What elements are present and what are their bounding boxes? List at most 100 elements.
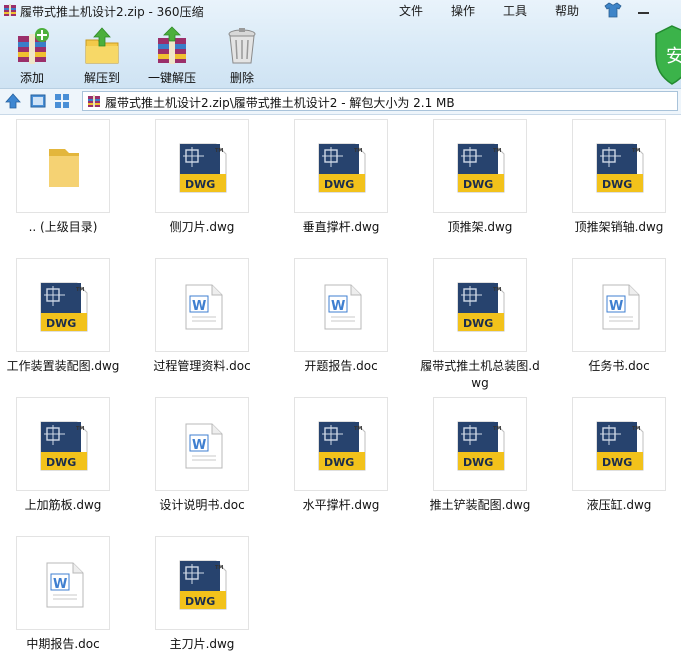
parent-folder-item[interactable]: .. (上级目录) xyxy=(0,115,138,253)
dwg-icon-text: DWG xyxy=(463,317,493,330)
extract-to-label: 解压到 xyxy=(83,71,120,85)
file-item[interactable]: DWG TM 液压缸.dwg xyxy=(556,393,681,531)
dwg-file-icon: DWG TM xyxy=(596,421,644,471)
word-doc-icon: W xyxy=(602,284,640,330)
dwg-icon-text: DWG xyxy=(463,178,493,191)
file-item[interactable]: W 过程管理资料.doc xyxy=(139,254,277,392)
file-list: .. (上级目录) DWG TM 侧刀片.dwg DWG TM 垂直撑杆.dwg DWG TM 顶… xyxy=(0,115,681,659)
file-thumbnail: DWG TM xyxy=(16,397,110,491)
file-item[interactable]: W 任务书.doc xyxy=(556,254,681,392)
dwg-icon-tm: TM xyxy=(493,287,501,293)
file-item[interactable]: DWG TM 水平撑杆.dwg xyxy=(278,393,416,531)
word-icon-letter: W xyxy=(192,438,206,453)
dwg-file-icon: DWG TM xyxy=(318,421,366,471)
dwg-icon-tm: TM xyxy=(354,426,362,432)
file-item[interactable]: DWG TM 顶推架销轴.dwg xyxy=(556,115,681,253)
word-icon-letter: W xyxy=(192,299,206,314)
dwg-icon-tm: TM xyxy=(76,287,84,293)
menu-operate[interactable]: 操作 xyxy=(451,2,475,19)
file-thumbnail: DWG TM xyxy=(294,119,388,213)
title-bar: 履带式推土机设计2.zip - 360压缩 文件 操作 工具 帮助 xyxy=(0,0,681,22)
file-item[interactable]: DWG TM 工作装置装配图.dwg xyxy=(0,254,138,392)
path-field[interactable]: 履带式推土机设计2.zip\履带式推土机设计2 - 解包大小为 2.1 MB xyxy=(82,91,678,111)
file-thumbnail: W xyxy=(294,258,388,352)
delete-icon xyxy=(228,28,256,64)
file-thumbnail: DWG TM xyxy=(433,258,527,352)
file-name: 垂直撑杆.dwg xyxy=(302,220,380,234)
file-name: 中期报告.doc xyxy=(26,637,100,651)
detail-view-icon[interactable] xyxy=(30,93,46,109)
file-name: 履带式推土机总装图.dwg xyxy=(420,359,540,390)
file-name: 任务书.doc xyxy=(588,359,650,373)
file-thumbnail: DWG TM xyxy=(572,397,666,491)
thumbnail-view-icon[interactable] xyxy=(54,93,70,109)
menu-tools[interactable]: 工具 xyxy=(503,2,527,19)
dwg-file-icon: DWG TM xyxy=(457,143,505,193)
minimize-button[interactable] xyxy=(632,0,656,20)
word-doc-icon: W xyxy=(324,284,362,330)
file-item[interactable]: W 中期报告.doc xyxy=(0,532,138,670)
dwg-icon-tm: TM xyxy=(354,148,362,154)
one-click-extract-button[interactable]: 一键解压 xyxy=(142,26,202,86)
file-name: 推土铲装配图.dwg xyxy=(429,498,531,512)
file-name: 过程管理资料.doc xyxy=(153,359,251,373)
file-thumbnail: DWG TM xyxy=(572,119,666,213)
file-thumbnail: W xyxy=(155,397,249,491)
dwg-file-icon: DWG TM xyxy=(596,143,644,193)
file-item[interactable]: DWG TM 上加筋板.dwg xyxy=(0,393,138,531)
dwg-file-icon: DWG TM xyxy=(179,560,227,610)
dwg-icon-tm: TM xyxy=(632,426,640,432)
file-name: 开题报告.doc xyxy=(304,359,378,373)
dwg-file-icon: DWG TM xyxy=(179,143,227,193)
dwg-file-icon: DWG TM xyxy=(40,421,88,471)
delete-button[interactable]: 删除 xyxy=(212,26,272,86)
up-arrow-icon[interactable] xyxy=(5,93,21,109)
file-name: 工作装置装配图.dwg xyxy=(6,359,120,373)
menu-help[interactable]: 帮助 xyxy=(555,2,579,19)
menu-file[interactable]: 文件 xyxy=(399,2,423,19)
delete-label: 删除 xyxy=(229,71,254,85)
file-item[interactable]: DWG TM 顶推架.dwg xyxy=(417,115,555,253)
skin-shirt-icon[interactable] xyxy=(604,2,622,18)
word-icon-letter: W xyxy=(331,299,345,314)
file-name: 液压缸.dwg xyxy=(586,498,652,512)
file-thumbnail: DWG TM xyxy=(433,119,527,213)
file-thumbnail: W xyxy=(572,258,666,352)
file-thumbnail xyxy=(16,119,110,213)
file-item[interactable]: DWG TM 推土铲装配图.dwg xyxy=(417,393,555,531)
security-shield-icon[interactable]: 安 xyxy=(652,22,681,86)
dwg-icon-text: DWG xyxy=(324,178,354,191)
file-item[interactable]: W 开题报告.doc xyxy=(278,254,416,392)
file-item[interactable]: DWG TM 主刀片.dwg xyxy=(139,532,277,670)
file-thumbnail: DWG TM xyxy=(16,258,110,352)
dwg-file-icon: DWG TM xyxy=(40,282,88,332)
dwg-icon-text: DWG xyxy=(185,595,215,608)
file-name: 侧刀片.dwg xyxy=(169,220,235,234)
dwg-file-icon: DWG TM xyxy=(457,282,505,332)
file-name: 设计说明书.doc xyxy=(159,498,245,512)
archive-app-icon xyxy=(4,4,16,16)
dwg-icon-tm: TM xyxy=(493,148,501,154)
dwg-icon-tm: TM xyxy=(493,426,501,432)
file-item[interactable]: DWG TM 垂直撑杆.dwg xyxy=(278,115,416,253)
dwg-icon-text: DWG xyxy=(602,178,632,191)
zip-archive-icon xyxy=(88,95,100,107)
shield-label: 安 xyxy=(666,46,681,67)
dwg-icon-tm: TM xyxy=(215,148,223,154)
file-item[interactable]: DWG TM 履带式推土机总装图.dwg xyxy=(417,254,555,392)
file-thumbnail: DWG TM xyxy=(294,397,388,491)
file-item[interactable]: W 设计说明书.doc xyxy=(139,393,277,531)
add-button[interactable]: 添加 xyxy=(2,26,62,86)
file-name: 顶推架销轴.dwg xyxy=(574,220,664,234)
word-icon-letter: W xyxy=(609,299,623,314)
file-item[interactable]: DWG TM 侧刀片.dwg xyxy=(139,115,277,253)
file-thumbnail: DWG TM xyxy=(433,397,527,491)
path-text: 履带式推土机设计2.zip\履带式推土机设计2 - 解包大小为 2.1 MB xyxy=(105,96,455,110)
extract-to-button[interactable]: 解压到 xyxy=(72,26,132,86)
word-doc-icon: W xyxy=(46,562,84,608)
dwg-file-icon: DWG TM xyxy=(318,143,366,193)
folder-icon xyxy=(49,149,79,187)
dwg-icon-text: DWG xyxy=(46,317,76,330)
word-icon-letter: W xyxy=(53,577,67,592)
dwg-icon-tm: TM xyxy=(215,565,223,571)
